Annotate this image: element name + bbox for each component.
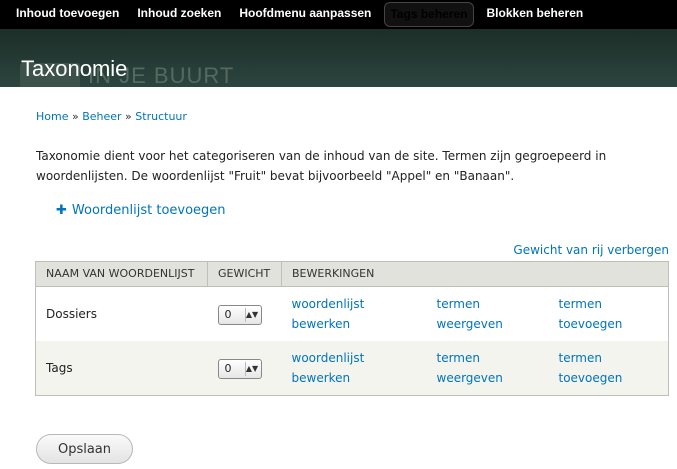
weight-cell: 0 ▲▼ <box>207 286 282 341</box>
add-terms-link[interactable]: termen toevoegen <box>559 351 623 385</box>
table-row: Dossiers 0 ▲▼ woordenlijst bewerken term… <box>35 286 669 341</box>
toolbar-menu: Inhoud toevoegen Inhoud zoeken Hoofdmenu… <box>0 0 677 27</box>
list-terms-link[interactable]: termen weergeven <box>437 297 503 331</box>
page-title: Taxonomie <box>21 56 128 81</box>
breadcrumb: Home » Beheer » Structuur <box>36 110 187 123</box>
add-vocabulary-label: Woordenlijst toevoegen <box>71 203 226 218</box>
weight-cell: 0 ▲▼ <box>207 341 282 396</box>
add-vocabulary-link[interactable]: ✚ Woordenlijst toevoegen <box>56 203 226 218</box>
admin-toolbar: Inhoud toevoegen Inhoud zoeken Hoofdmenu… <box>0 0 677 29</box>
weight-select[interactable]: 0 ▲▼ <box>217 304 262 325</box>
toggle-row-weights-link[interactable]: Gewicht van rij verbergen <box>513 243 669 257</box>
weight-select[interactable]: 0 ▲▼ <box>217 358 262 379</box>
weight-value: 0 <box>224 307 232 321</box>
table-row: Tags 0 ▲▼ woordenlijst bewerken termen w… <box>35 341 669 396</box>
main-content: Home » Beheer » Structuur Taxonomie dien… <box>0 87 677 469</box>
vocabulary-name: Tags <box>35 341 208 396</box>
toolbar-item-hoofdmenu-aanpassen[interactable]: Hoofdmenu aanpassen <box>234 2 376 25</box>
chevron-down-icon: ▲▼ <box>244 361 259 376</box>
breadcrumb-separator: » <box>121 110 136 123</box>
toolbar-item-tags-beheren[interactable]: Tags beheren <box>384 2 474 27</box>
edit-vocabulary-link[interactable]: woordenlijst bewerken <box>292 297 365 331</box>
page-header: IN JE BUURT Taxonomie <box>0 29 677 88</box>
column-header-operations: BEWERKINGEN <box>281 261 669 287</box>
plus-icon: ✚ <box>56 203 67 218</box>
vocabulary-name: Dossiers <box>35 286 208 341</box>
list-terms-link[interactable]: termen weergeven <box>437 351 503 385</box>
chevron-down-icon: ▲▼ <box>244 307 259 322</box>
edit-vocabulary-link[interactable]: woordenlijst bewerken <box>292 351 365 385</box>
breadcrumb-home[interactable]: Home <box>36 110 68 123</box>
weight-value: 0 <box>224 361 232 375</box>
breadcrumb-structuur[interactable]: Structuur <box>135 110 187 123</box>
vocabulary-table: NAAM VAN WOORDENLIJST GEWICHT BEWERKINGE… <box>35 261 669 396</box>
breadcrumb-beheer[interactable]: Beheer <box>82 110 121 123</box>
toolbar-item-inhoud-toevoegen[interactable]: Inhoud toevoegen <box>11 2 124 25</box>
save-button[interactable]: Opslaan <box>36 434 133 464</box>
column-header-weight: GEWICHT <box>207 261 282 287</box>
toolbar-item-blokken-beheren[interactable]: Blokken beheren <box>482 2 589 25</box>
breadcrumb-separator: » <box>68 110 83 123</box>
page-description: Taxonomie dient voor het categoriseren v… <box>36 149 607 183</box>
add-terms-link[interactable]: termen toevoegen <box>559 297 623 331</box>
toolbar-item-inhoud-zoeken[interactable]: Inhoud zoeken <box>132 2 226 25</box>
column-header-name: NAAM VAN WOORDENLIJST <box>35 261 208 287</box>
